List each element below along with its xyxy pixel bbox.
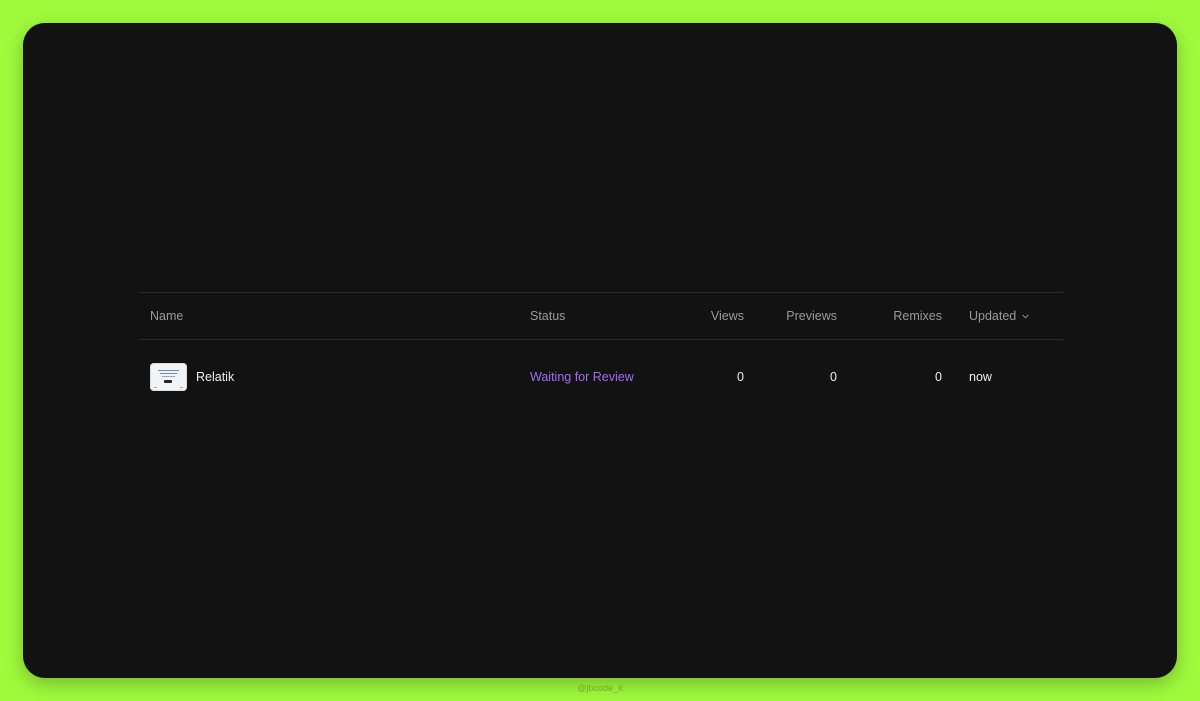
project-thumbnail[interactable] bbox=[150, 363, 187, 391]
views-count: 0 bbox=[737, 370, 744, 384]
project-name[interactable]: Relatik bbox=[196, 370, 234, 384]
projects-table: Name Status Views Previews Remixes Updat… bbox=[139, 292, 1063, 414]
updated-time: now bbox=[969, 370, 992, 384]
chevron-down-icon bbox=[1022, 314, 1029, 318]
table-row[interactable]: Relatik Waiting for Review 0 0 0 now bbox=[139, 340, 1063, 414]
column-header-views[interactable]: Views bbox=[711, 309, 744, 323]
table-header: Name Status Views Previews Remixes Updat… bbox=[139, 292, 1063, 340]
column-header-updated[interactable]: Updated bbox=[969, 309, 1029, 323]
column-header-status[interactable]: Status bbox=[530, 309, 565, 323]
column-header-updated-label: Updated bbox=[969, 309, 1017, 323]
row-name-cell: Relatik bbox=[150, 363, 234, 391]
status-badge: Waiting for Review bbox=[530, 370, 634, 384]
column-header-previews[interactable]: Previews bbox=[786, 309, 837, 323]
column-header-name[interactable]: Name bbox=[150, 309, 183, 323]
watermark: @jbcode_it bbox=[577, 683, 623, 693]
app-window: Name Status Views Previews Remixes Updat… bbox=[23, 23, 1177, 678]
previews-count: 0 bbox=[830, 370, 837, 384]
column-header-remixes[interactable]: Remixes bbox=[893, 309, 942, 323]
remixes-count: 0 bbox=[935, 370, 942, 384]
